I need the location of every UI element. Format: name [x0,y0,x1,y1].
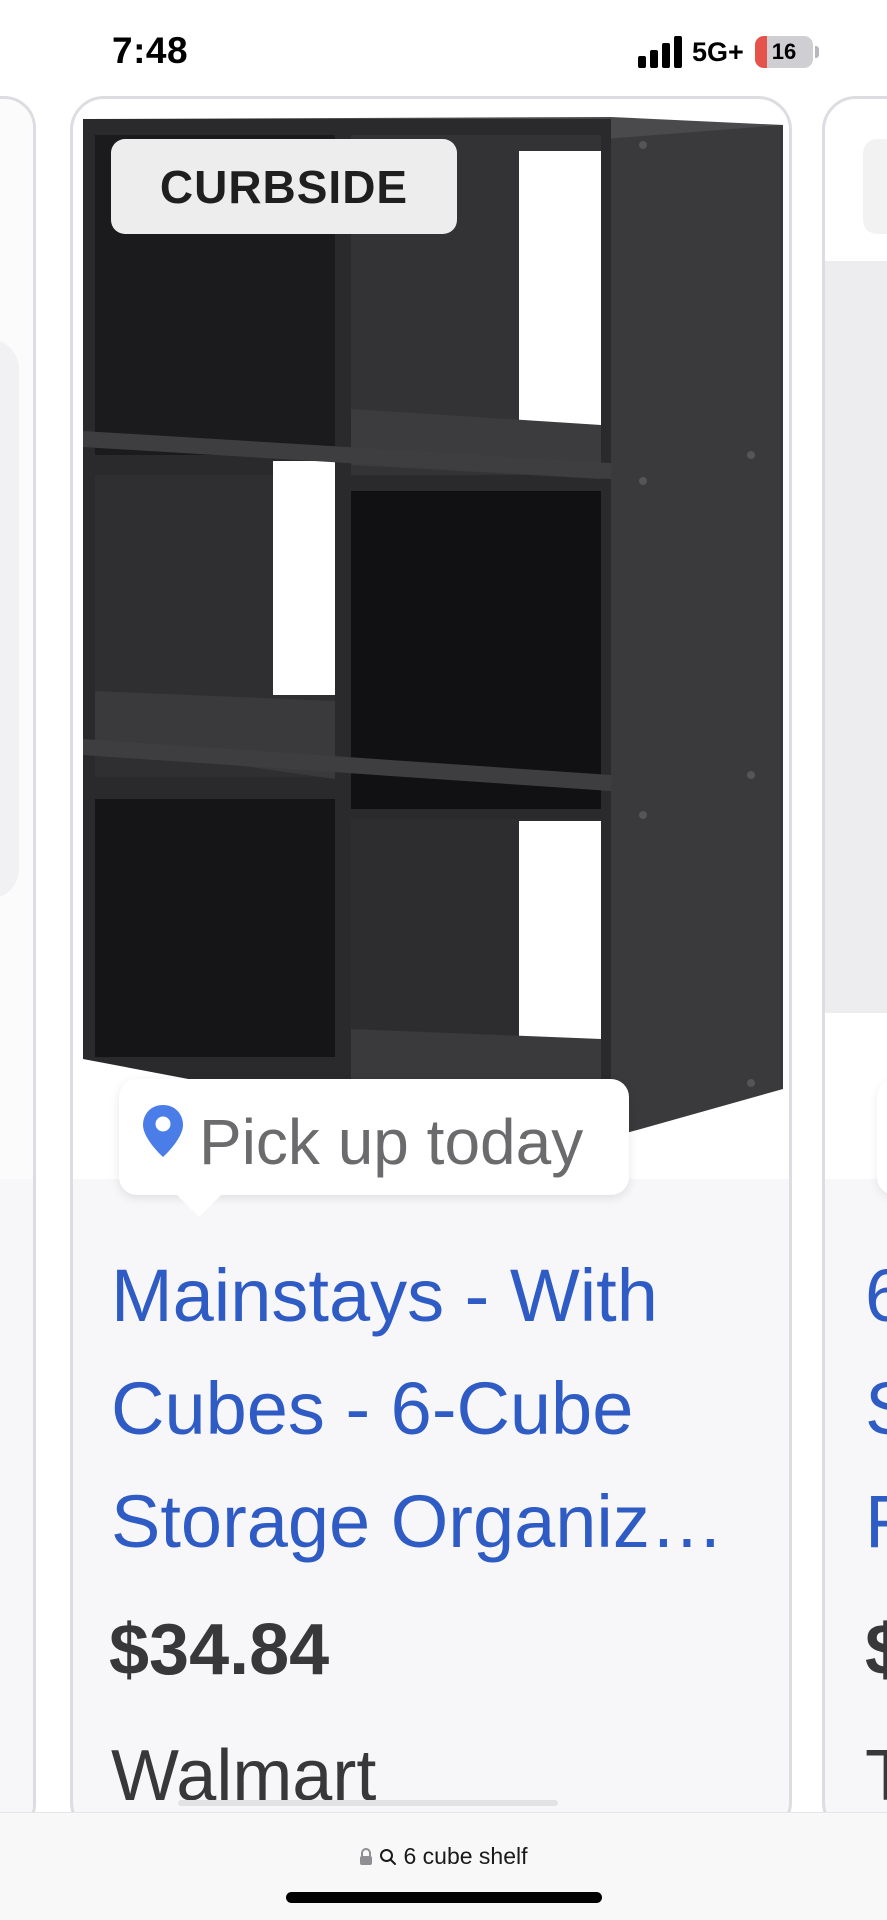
product-card[interactable]: CURBSIDE Pick up today Mainstays - With … [70,96,792,1814]
next-title-line[interactable]: F [865,1465,887,1578]
cellular-signal-icon [638,34,684,68]
previous-product-image [0,99,33,1179]
next-pickup-tooltip [877,1079,887,1195]
next-title-line[interactable]: S [865,1352,887,1465]
title-line: Cubes - 6-Cube [111,1367,634,1450]
address-bar[interactable]: 6 cube shelf [0,1812,887,1920]
horizontal-scroll-indicator [178,1800,558,1806]
next-title-line[interactable]: 6 [865,1239,887,1352]
battery-nub [815,46,819,58]
search-query: 6 cube shelf [403,1843,528,1869]
next-product-card[interactable]: 6 S F $ T [822,96,887,1814]
next-store-name: T [865,1735,887,1814]
pickup-tooltip: Pick up today [119,1079,629,1217]
url-row[interactable]: 6 cube shelf [0,1843,887,1870]
cube-shelf-image [83,117,783,1159]
pickup-label: Pick up today [199,1106,584,1178]
location-pin-icon [143,1105,183,1157]
battery-icon: 16 [755,36,813,68]
title-line: Mainstays - With [111,1254,658,1337]
title-line: Storage Organiz… [111,1480,724,1563]
lock-icon [360,1847,373,1865]
status-time: 7:48 [112,30,189,71]
next-product-image [825,99,887,1179]
search-icon [380,1848,397,1865]
next-product-price: $ [865,1609,887,1691]
battery-level: 16 [771,39,797,64]
home-indicator[interactable] [286,1892,602,1903]
product-carousel[interactable]: CURBSIDE Pick up today Mainstays - With … [0,96,887,1814]
curbside-badge: CURBSIDE [111,139,457,234]
network-type: 5G+ [692,37,744,67]
status-bar: 7:48 5G+ 16 [0,0,887,100]
product-image[interactable] [73,99,789,1179]
product-title-link[interactable]: Mainstays - With Cubes - 6-Cube Storage … [111,1239,761,1578]
product-price: $34.84 [109,1610,330,1690]
previous-product-card[interactable] [0,96,36,1814]
